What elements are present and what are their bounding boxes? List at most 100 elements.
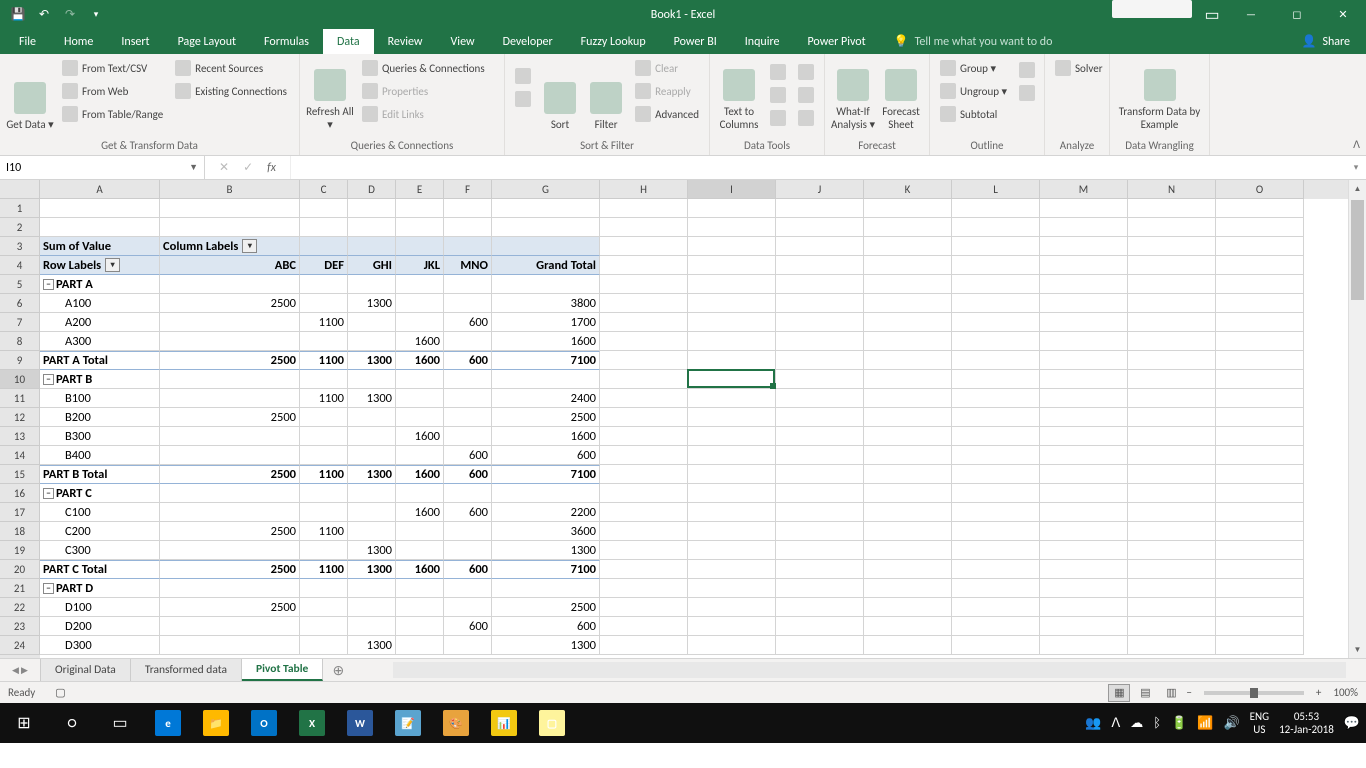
cell-I20[interactable] <box>688 560 776 579</box>
cell-D14[interactable] <box>348 446 396 465</box>
cell-F7[interactable]: 600 <box>444 313 492 332</box>
cell-E5[interactable] <box>396 275 444 294</box>
cell-H12[interactable] <box>600 408 688 427</box>
cell-J24[interactable] <box>776 636 864 655</box>
solver-button[interactable]: Solver <box>1051 57 1107 79</box>
cell-A2[interactable] <box>40 218 160 237</box>
cell-L10[interactable] <box>952 370 1040 389</box>
cell-C11[interactable]: 1100 <box>300 389 348 408</box>
cell-F2[interactable] <box>444 218 492 237</box>
cell-O17[interactable] <box>1216 503 1304 522</box>
maximize-button[interactable]: ◻ <box>1274 0 1320 29</box>
tab-file[interactable]: File <box>5 29 50 54</box>
column-labels-dropdown[interactable]: ▾ <box>242 239 257 253</box>
cell-J6[interactable] <box>776 294 864 313</box>
cell-B22[interactable]: 2500 <box>160 598 300 617</box>
file-explorer-app[interactable]: 📁 <box>192 703 240 743</box>
sort-button[interactable]: Sort <box>539 57 581 133</box>
cell-N15[interactable] <box>1128 465 1216 484</box>
cell-L24[interactable] <box>952 636 1040 655</box>
cell-N21[interactable] <box>1128 579 1216 598</box>
row-header-10[interactable]: 10 <box>0 370 40 389</box>
cell-A8[interactable]: A300 <box>40 332 160 351</box>
clock[interactable]: ENGUS <box>1250 710 1269 736</box>
column-header-H[interactable]: H <box>600 180 688 199</box>
cell-K13[interactable] <box>864 427 952 446</box>
cell-M14[interactable] <box>1040 446 1128 465</box>
cell-L17[interactable] <box>952 503 1040 522</box>
cell-C4[interactable]: DEF <box>300 256 348 275</box>
cell-A7[interactable]: A200 <box>40 313 160 332</box>
cell-B18[interactable]: 2500 <box>160 522 300 541</box>
cell-J21[interactable] <box>776 579 864 598</box>
cell-D12[interactable] <box>348 408 396 427</box>
cell-A6[interactable]: A100 <box>40 294 160 313</box>
from-text-csv-button[interactable]: From Text/CSV <box>58 57 167 79</box>
cell-M7[interactable] <box>1040 313 1128 332</box>
cell-O16[interactable] <box>1216 484 1304 503</box>
cell-J20[interactable] <box>776 560 864 579</box>
cell-A14[interactable]: B400 <box>40 446 160 465</box>
collapse-icon[interactable]: − <box>43 279 54 290</box>
column-header-N[interactable]: N <box>1128 180 1216 199</box>
cell-K15[interactable] <box>864 465 952 484</box>
column-header-L[interactable]: L <box>952 180 1040 199</box>
cell-D19[interactable]: 1300 <box>348 541 396 560</box>
sort-za-button[interactable] <box>511 88 535 110</box>
tab-review[interactable]: Review <box>374 29 437 54</box>
cell-B3[interactable]: Column Labels▾ <box>160 237 300 256</box>
cell-N24[interactable] <box>1128 636 1216 655</box>
cell-J19[interactable] <box>776 541 864 560</box>
cell-F18[interactable] <box>444 522 492 541</box>
cell-A11[interactable]: B100 <box>40 389 160 408</box>
spreadsheet-grid[interactable]: ABCDEFGHIJKLMNO 123456789101112131415161… <box>0 180 1366 658</box>
column-header-I[interactable]: I <box>688 180 776 199</box>
cell-I5[interactable] <box>688 275 776 294</box>
cell-K10[interactable] <box>864 370 952 389</box>
cell-F13[interactable] <box>444 427 492 446</box>
cell-B11[interactable] <box>160 389 300 408</box>
cell-B10[interactable] <box>160 370 300 389</box>
column-header-A[interactable]: A <box>40 180 160 199</box>
cell-C12[interactable] <box>300 408 348 427</box>
cell-D18[interactable] <box>348 522 396 541</box>
cell-H4[interactable] <box>600 256 688 275</box>
cell-D16[interactable] <box>348 484 396 503</box>
cell-I10[interactable] <box>688 370 776 389</box>
transform-data-by-example-button[interactable]: Transform Data by Example <box>1116 57 1203 133</box>
cell-M12[interactable] <box>1040 408 1128 427</box>
cell-C24[interactable] <box>300 636 348 655</box>
cell-O14[interactable] <box>1216 446 1304 465</box>
from-web-button[interactable]: From Web <box>58 80 167 102</box>
cell-F17[interactable]: 600 <box>444 503 492 522</box>
cell-H23[interactable] <box>600 617 688 636</box>
cell-A17[interactable]: C100 <box>40 503 160 522</box>
consolidate-button[interactable] <box>794 61 818 83</box>
cell-D11[interactable]: 1300 <box>348 389 396 408</box>
cell-A22[interactable]: D100 <box>40 598 160 617</box>
cell-L11[interactable] <box>952 389 1040 408</box>
cell-I14[interactable] <box>688 446 776 465</box>
cell-H1[interactable] <box>600 199 688 218</box>
cell-B12[interactable]: 2500 <box>160 408 300 427</box>
cell-L5[interactable] <box>952 275 1040 294</box>
cell-J7[interactable] <box>776 313 864 332</box>
row-header-14[interactable]: 14 <box>0 446 40 465</box>
cell-L19[interactable] <box>952 541 1040 560</box>
cell-B15[interactable]: 2500 <box>160 465 300 484</box>
cell-L13[interactable] <box>952 427 1040 446</box>
cell-M22[interactable] <box>1040 598 1128 617</box>
cell-F5[interactable] <box>444 275 492 294</box>
cell-H8[interactable] <box>600 332 688 351</box>
cell-N1[interactable] <box>1128 199 1216 218</box>
cell-F4[interactable]: MNO <box>444 256 492 275</box>
cell-O18[interactable] <box>1216 522 1304 541</box>
cell-G22[interactable]: 2500 <box>492 598 600 617</box>
row-header-24[interactable]: 24 <box>0 636 40 655</box>
cell-K19[interactable] <box>864 541 952 560</box>
cell-I1[interactable] <box>688 199 776 218</box>
cell-M5[interactable] <box>1040 275 1128 294</box>
cell-M10[interactable] <box>1040 370 1128 389</box>
cell-I8[interactable] <box>688 332 776 351</box>
qat-customize[interactable]: ▾ <box>83 3 109 27</box>
